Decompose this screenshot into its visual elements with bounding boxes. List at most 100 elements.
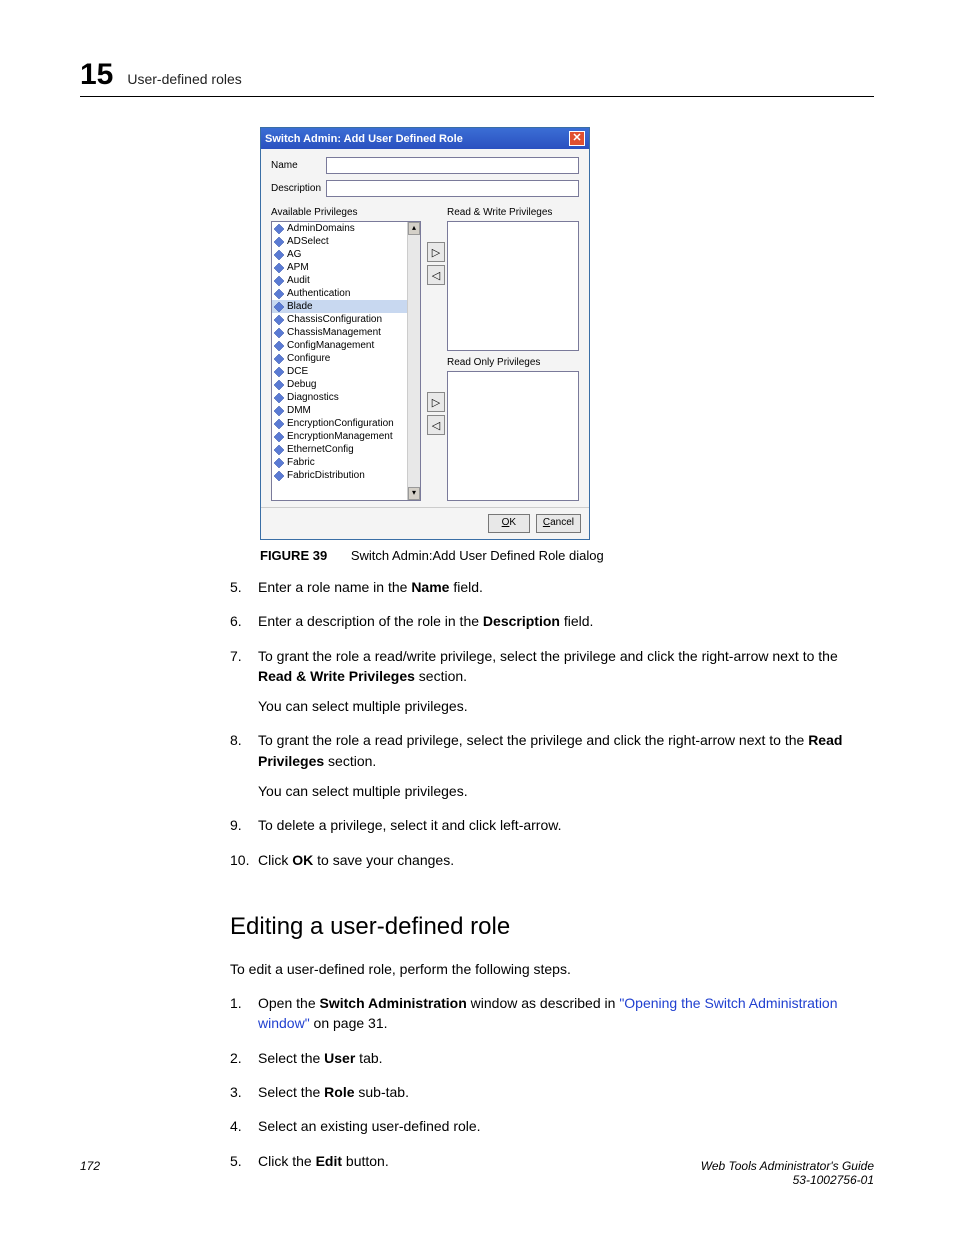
move-right-rw-button[interactable]: ▷: [427, 242, 445, 262]
available-privileges-label: Available Privileges: [271, 207, 421, 218]
privilege-item[interactable]: DMM: [272, 404, 420, 417]
step-text: window as described in: [467, 995, 620, 1011]
privilege-item[interactable]: EncryptionManagement: [272, 430, 420, 443]
diamond-icon: [274, 445, 284, 455]
move-left-ro-button[interactable]: ◁: [427, 415, 445, 435]
privilege-item[interactable]: Audit: [272, 274, 420, 287]
description-label: Description: [271, 183, 326, 194]
privilege-item[interactable]: Fabric: [272, 456, 420, 469]
available-privileges-list[interactable]: AdminDomainsADSelectAGAPM Audit Authentica…: [271, 221, 421, 501]
step: 6.Enter a description of the role in the…: [230, 611, 874, 631]
step-text: to save your changes.: [313, 852, 454, 868]
edit-step-4: 4. Select an existing user-defined role.: [230, 1116, 874, 1136]
step-10: 10. Click OK to save your changes.: [230, 850, 874, 870]
close-icon[interactable]: ✕: [569, 131, 585, 146]
chapter-number: 15: [80, 58, 113, 92]
privilege-item[interactable]: EthernetConfig: [272, 443, 420, 456]
privilege-label: Audit: [287, 275, 310, 286]
privilege-label: EncryptionConfiguration: [287, 418, 394, 429]
privilege-label: AdminDomains: [287, 223, 355, 234]
move-left-rw-button[interactable]: ◁: [427, 265, 445, 285]
privilege-label: Blade: [287, 301, 313, 312]
rw-privileges-list[interactable]: [447, 221, 579, 351]
privilege-label: Authentication: [287, 288, 350, 299]
privilege-label: DCE: [287, 366, 308, 377]
description-field[interactable]: [326, 180, 579, 197]
edit-step-3: 3. Select the Role sub-tab.: [230, 1082, 874, 1102]
bold-term: OK: [292, 852, 313, 868]
step-number: 1.: [230, 993, 258, 1034]
name-field[interactable]: [326, 157, 579, 174]
bold-term: Switch Administration: [320, 995, 467, 1011]
privilege-item[interactable]: ChassisConfiguration: [272, 313, 420, 326]
diamond-icon: [274, 380, 284, 390]
privilege-label: EthernetConfig: [287, 444, 354, 455]
privilege-item[interactable]: AG: [272, 248, 420, 261]
diamond-icon: [274, 406, 284, 416]
figure-number: FIGURE 39: [260, 548, 327, 563]
step-number: 10.: [230, 850, 258, 870]
diamond-icon: [274, 302, 284, 312]
step-text: section.: [324, 753, 376, 769]
privilege-item[interactable]: ConfigManagement: [272, 339, 420, 352]
step-text: To delete a privilege, select it and cli…: [258, 815, 874, 835]
privilege-item[interactable]: EncryptionConfiguration: [272, 417, 420, 430]
privilege-label: Debug: [287, 379, 316, 390]
privilege-label: EncryptionManagement: [287, 431, 393, 442]
figure-caption: Switch Admin:Add User Defined Role dialo…: [351, 548, 604, 563]
bold-term: Role: [324, 1084, 354, 1100]
scroll-down-icon[interactable]: ▾: [408, 487, 420, 500]
step-text: Open the: [258, 995, 320, 1011]
step-text: section.: [415, 668, 467, 684]
privilege-item[interactable]: Configure: [272, 352, 420, 365]
privilege-item[interactable]: APM: [272, 261, 420, 274]
diamond-icon: [274, 328, 284, 338]
diamond-icon: [274, 367, 284, 377]
step-text: Click: [258, 852, 292, 868]
rw-privileges-label: Read & Write Privileges: [447, 207, 579, 218]
privilege-item[interactable]: Blade: [272, 300, 420, 313]
step-text: tab.: [355, 1050, 382, 1066]
page-number: 172: [80, 1159, 100, 1187]
scrollbar[interactable]: ▴ ▾: [407, 222, 420, 500]
privilege-item[interactable]: Authentication: [272, 287, 420, 300]
dialog-title: Switch Admin: Add User Defined Role: [265, 133, 463, 145]
page-header-title: User-defined roles: [127, 71, 241, 87]
doc-title: Web Tools Administrator's Guide: [701, 1159, 874, 1173]
step-number: 7.: [230, 646, 258, 717]
cancel-button[interactable]: Cancel: [536, 514, 581, 533]
diamond-icon: [274, 250, 284, 260]
privilege-label: Configure: [287, 353, 330, 364]
step-text: Select an existing user-defined role.: [258, 1116, 874, 1136]
ok-button[interactable]: OK: [488, 514, 530, 533]
ro-privileges-list[interactable]: [447, 371, 579, 501]
privilege-item[interactable]: Debug: [272, 378, 420, 391]
dialog-titlebar[interactable]: Switch Admin: Add User Defined Role ✕: [261, 128, 589, 149]
bold-term: Name: [411, 579, 449, 595]
scroll-up-icon[interactable]: ▴: [408, 222, 420, 235]
privilege-label: ChassisConfiguration: [287, 314, 382, 325]
privilege-item[interactable]: DCE: [272, 365, 420, 378]
step-number: 8.: [230, 730, 258, 801]
privilege-item[interactable]: AdminDomains: [272, 222, 420, 235]
privilege-item[interactable]: ADSelect: [272, 235, 420, 248]
privilege-label: APM: [287, 262, 309, 273]
step-text: Enter a description of the role in the D…: [258, 611, 874, 631]
privilege-label: Diagnostics: [287, 392, 339, 403]
step: 5.Enter a role name in the Name field.: [230, 577, 874, 597]
privilege-label: ChassisManagement: [287, 327, 381, 338]
bold-term: Description: [483, 613, 560, 629]
step-text: on page 31.: [310, 1015, 388, 1031]
step-8: 8. To grant the role a read privilege, s…: [230, 730, 874, 801]
diamond-icon: [274, 354, 284, 364]
step-7: 7. To grant the role a read/write privil…: [230, 646, 874, 717]
step-number: 5.: [230, 577, 258, 597]
diamond-icon: [274, 419, 284, 429]
diamond-icon: [274, 224, 284, 234]
privilege-item[interactable]: ChassisManagement: [272, 326, 420, 339]
step-note: You can select multiple privileges.: [258, 696, 874, 716]
privilege-item[interactable]: Diagnostics: [272, 391, 420, 404]
move-right-ro-button[interactable]: ▷: [427, 392, 445, 412]
privilege-item[interactable]: FabricDistribution: [272, 469, 420, 482]
dialog-add-user-defined-role: Switch Admin: Add User Defined Role ✕ Na…: [260, 127, 590, 540]
